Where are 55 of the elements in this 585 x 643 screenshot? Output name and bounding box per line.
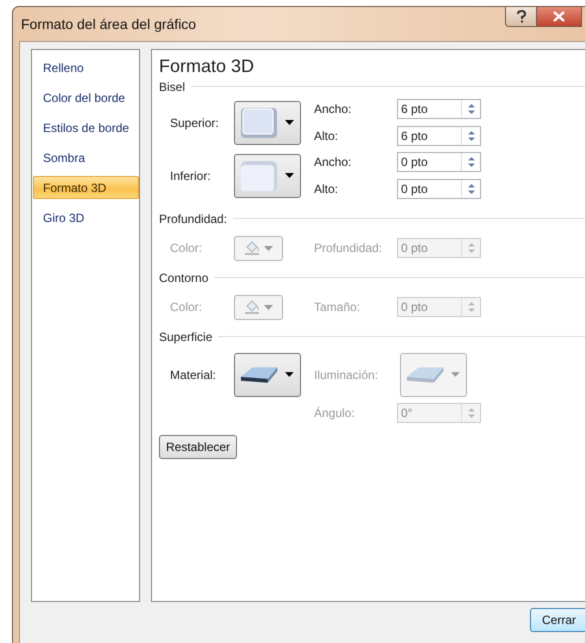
category-item[interactable]: Relleno [33, 56, 139, 79]
number-spinner[interactable]: 6 pto [397, 99, 481, 119]
number-spinner[interactable]: 6 pto [397, 126, 481, 146]
lighting-label: Iluminación: [314, 368, 380, 382]
spinner-arrows-icon [466, 156, 476, 168]
field-label: Ancho: [314, 155, 352, 169]
caret-icon [285, 372, 294, 377]
bevel-preset-icon [239, 158, 279, 192]
spinner-arrows-icon [466, 130, 476, 142]
field-label: Alto: [314, 182, 340, 196]
section-heading: Profundidad: [159, 212, 228, 226]
category-item[interactable]: Formato 3D [33, 176, 139, 199]
spinner-arrows-icon [466, 407, 476, 419]
spinner-arrows-icon [466, 242, 476, 254]
section-heading: Contorno [159, 270, 208, 284]
field-label: Profundidad: [314, 241, 384, 255]
spinner-arrows-icon [466, 103, 476, 115]
caret-icon [264, 246, 273, 250]
paint-bucket-icon [244, 299, 260, 315]
category-item[interactable]: Color del borde [33, 86, 139, 109]
section-heading: Bisel [159, 80, 186, 94]
bevel-dropdown[interactable] [234, 154, 301, 198]
field-label: Ancho: [314, 102, 352, 116]
panel-title: Formato 3D [159, 56, 256, 77]
close-icon [553, 11, 565, 22]
paint-bucket-icon [244, 240, 260, 256]
close-button[interactable] [537, 6, 582, 27]
number-spinner[interactable]: 0 pto [397, 152, 481, 172]
material-label: Material: [170, 368, 218, 382]
field-label: Tamaño: [314, 300, 362, 314]
color-label: Color: [170, 241, 204, 255]
color-label: Color: [170, 300, 204, 314]
material-dropdown[interactable] [234, 352, 301, 396]
bevel-label: Superior: [170, 116, 220, 130]
reset-button[interactable]: Restablecer [159, 435, 238, 459]
caret-icon [451, 372, 460, 377]
bevel-label: Inferior: [170, 168, 212, 182]
help-icon [516, 10, 526, 23]
caret-icon [285, 173, 294, 178]
caret-icon [264, 304, 273, 310]
bevel-preset-icon [239, 106, 279, 140]
number-spinner[interactable]: 0 pto [397, 179, 481, 199]
spinner-arrows-icon [466, 183, 476, 195]
close-dialog-button[interactable]: Cerrar [530, 608, 585, 632]
caret-icon [285, 120, 294, 125]
category-item[interactable]: Giro 3D [33, 206, 139, 229]
spinner-arrows-icon [466, 301, 476, 313]
angle-label: Ángulo: [314, 406, 356, 420]
help-button[interactable] [505, 6, 537, 27]
category-item[interactable]: Sombra [33, 146, 139, 169]
window-title: Formato del área del gráfico [21, 16, 196, 32]
bevel-dropdown[interactable] [234, 100, 301, 144]
category-item[interactable]: Estilos de borde [33, 116, 139, 139]
section-heading: Superficie [159, 330, 212, 344]
field-label: Alto: [314, 129, 340, 143]
